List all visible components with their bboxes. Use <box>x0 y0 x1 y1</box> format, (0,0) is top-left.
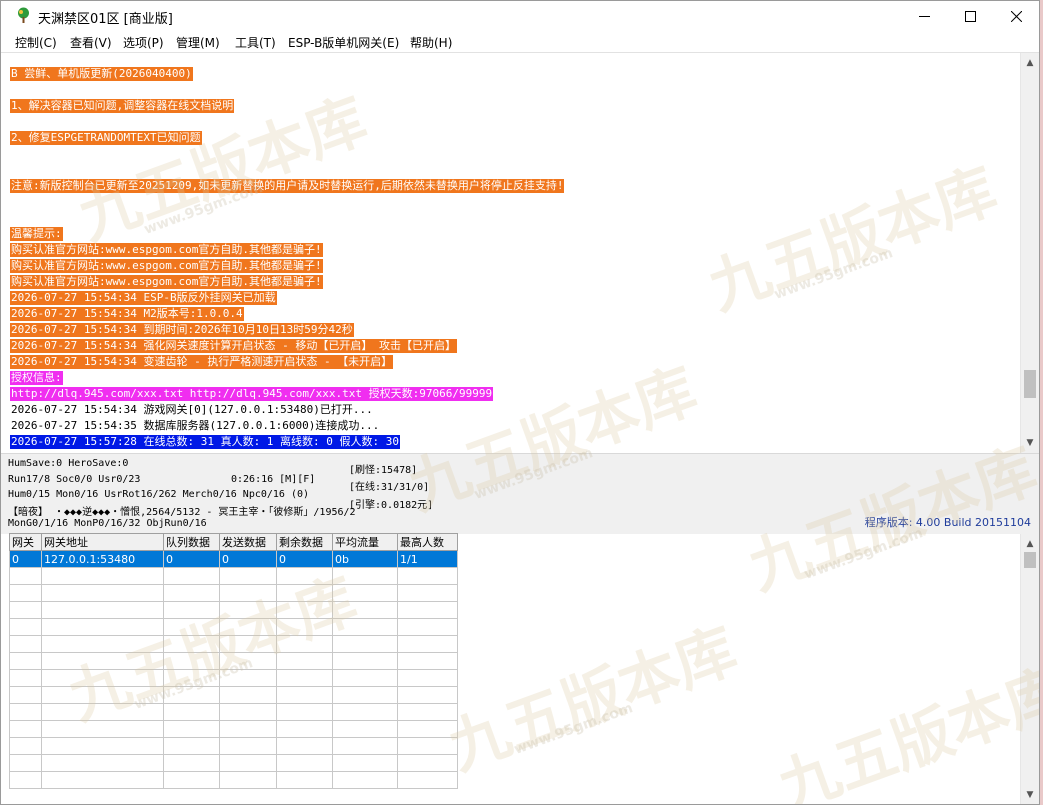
menu-manage[interactable]: 管理(M) <box>176 34 220 51</box>
engine-text: [引擎:0.0182元] <box>349 500 434 511</box>
version-text: 程序版本: 4.00 Build 20151104 <box>864 516 1031 529</box>
mong-text: MonG0/1/16 MonP0/16/32 ObjRun0/16 <box>8 518 207 529</box>
col-address[interactable]: 网关地址 <box>41 533 164 551</box>
table-row-empty <box>9 771 458 789</box>
table-row-empty <box>9 737 458 755</box>
cell: 0 <box>276 550 333 568</box>
table-header-row: 网关 网关地址 队列数据 发送数据 剩余数据 平均流量 最高人数 <box>9 533 458 551</box>
title-bar[interactable]: 天渊禁区01区 [商业版] <box>1 1 1039 32</box>
log-scrollbar[interactable]: ▲ ▼ <box>1020 53 1039 453</box>
log-panel[interactable]: B 尝鲜、单机版更新(2026040400) 1、解决容器已知问题,调整容器在线… <box>1 53 1018 453</box>
cell: 127.0.0.1:53480 <box>41 550 164 568</box>
log-line: 2026-07-27 15:54:34 游戏网关[0](127.0.0.1:53… <box>11 403 373 416</box>
app-tree-icon <box>18 7 29 23</box>
table-row-empty <box>9 703 458 721</box>
main-window: 天渊禁区01区 [商业版] 控制(C) 查看(V) 选项(P) 管理(M) 工具… <box>0 0 1040 805</box>
log-line: 2026-07-27 15:57:28 在线总数: 31 真人数: 1 离线数:… <box>10 435 401 449</box>
watermark: 九五版本库 <box>769 655 1040 805</box>
menu-tools[interactable]: 工具(T) <box>235 34 276 51</box>
table-row[interactable]: 0 127.0.0.1:53480 0 0 0 0b 1/1 <box>9 550 458 568</box>
cell: 0 <box>163 550 220 568</box>
col-gateway[interactable]: 网关 <box>9 533 42 551</box>
scroll-down-arrow[interactable]: ▼ <box>1021 787 1039 803</box>
log-line: 2026-07-27 15:54:34 M2版本号:1.0.0.4 <box>10 307 244 321</box>
watermark-url: www.95gm.com <box>512 700 636 758</box>
online-count-text: [在线:31/31/0] <box>349 482 430 493</box>
scroll-down-arrow[interactable]: ▼ <box>1021 435 1039 451</box>
log-line: 2026-07-27 15:54:35 数据库服务器(127.0.0.1:600… <box>11 419 380 432</box>
hum-text: Hum0/15 Mon0/16 UsrRot16/262 Merch0/16 N… <box>8 489 310 500</box>
log-line: 2026-07-27 15:54:34 ESP-B版反外挂网关已加载 <box>10 291 277 305</box>
table-row-empty <box>9 584 458 602</box>
menu-control[interactable]: 控制(C) <box>15 34 57 51</box>
menu-view[interactable]: 查看(V) <box>70 34 112 51</box>
table-row-empty <box>9 720 458 738</box>
gateway-table: 网关 网关地址 队列数据 发送数据 剩余数据 平均流量 最高人数 0 127.0… <box>9 533 461 804</box>
log-line: 购买认准官方网站:www.espgom.com官方自助.其他都是骗子! <box>10 275 323 289</box>
cell: 0b <box>332 550 398 568</box>
table-row-empty <box>9 686 458 704</box>
log-line: B 尝鲜、单机版更新(2026040400) <box>10 67 193 81</box>
humsave-text: HumSave:0 HeroSave:0 <box>8 458 129 469</box>
col-remaining[interactable]: 剩余数据 <box>276 533 333 551</box>
log-line: 1、解决容器已知问题,调整容器在线文档说明 <box>10 99 235 113</box>
table-row-empty <box>9 618 458 636</box>
log-line: 2、修复ESPGETRANDOMTEXT已知问题 <box>10 131 202 145</box>
chat-text: 【暗夜】 ・◆◆◆逆◆◆◆・憎恨,2564/5132 - 冥王主宰・「彼修斯」/… <box>8 507 356 518</box>
maximize-icon <box>964 11 976 22</box>
menu-help[interactable]: 帮助(H) <box>410 34 452 51</box>
log-line: http://dlq.945.com/xxx.txt http://dlq.94… <box>10 387 494 401</box>
scroll-up-arrow[interactable]: ▲ <box>1021 536 1039 552</box>
log-line: 2026-07-27 15:54:34 强化网关速度计算开启状态 - 移动【已开… <box>10 339 457 353</box>
log-line: 购买认准官方网站:www.espgom.com官方自助.其他都是骗子! <box>10 259 323 273</box>
log-line: 注意:新版控制台已更新至20251209,如未更新替换的用户请及时替换运行,后期… <box>10 179 565 193</box>
log-line: 2026-07-27 15:54:34 到期时间:2026年10月10日13时5… <box>10 323 354 337</box>
scroll-thumb[interactable] <box>1024 552 1036 568</box>
table-scrollbar[interactable]: ▲ ▼ <box>1020 534 1039 804</box>
minimize-button[interactable] <box>901 1 947 32</box>
scroll-up-arrow[interactable]: ▲ <box>1021 55 1039 71</box>
table-row-empty <box>9 567 458 585</box>
maximize-button[interactable] <box>947 1 993 32</box>
run-text: Run17/8 Soc0/0 Usr0/23 <box>8 474 141 485</box>
table-row-empty <box>9 635 458 653</box>
refresh-monster-text: [刷怪:15478] <box>349 465 418 476</box>
col-sent[interactable]: 发送数据 <box>219 533 277 551</box>
menu-espb-gateway[interactable]: ESP-B版单机网关(E) <box>288 34 399 51</box>
close-button[interactable] <box>993 1 1039 32</box>
log-line: 授权信息: <box>10 371 63 385</box>
table-row-empty <box>9 652 458 670</box>
uptime-text: 0:26:16 [M][F] <box>231 474 316 485</box>
cell: 1/1 <box>397 550 458 568</box>
close-icon <box>1010 11 1022 22</box>
col-avg-traffic[interactable]: 平均流量 <box>332 533 398 551</box>
scroll-thumb[interactable] <box>1024 370 1036 398</box>
table-row-empty <box>9 601 458 619</box>
col-queue[interactable]: 队列数据 <box>163 533 220 551</box>
log-line: 温馨提示: <box>10 227 63 241</box>
table-row-empty <box>9 669 458 687</box>
window-title: 天渊禁区01区 [商业版] <box>38 12 173 27</box>
status-panel: HumSave:0 HeroSave:0 Run17/8 Soc0/0 Usr0… <box>1 453 1039 534</box>
log-line: 购买认准官方网站:www.espgom.com官方自助.其他都是骗子! <box>10 243 323 257</box>
cell: 0 <box>9 550 42 568</box>
cell: 0 <box>219 550 277 568</box>
watermark: 九五版本库 <box>439 615 746 784</box>
table-row-empty <box>9 754 458 772</box>
col-max-users[interactable]: 最高人数 <box>397 533 458 551</box>
menu-options[interactable]: 选项(P) <box>123 34 164 51</box>
menu-bar: 控制(C) 查看(V) 选项(P) 管理(M) 工具(T) ESP-B版单机网关… <box>1 32 1039 53</box>
log-line: 2026-07-27 15:54:34 变速齿轮 - 执行严格测速开启状态 - … <box>10 355 394 369</box>
minimize-icon <box>918 16 930 17</box>
